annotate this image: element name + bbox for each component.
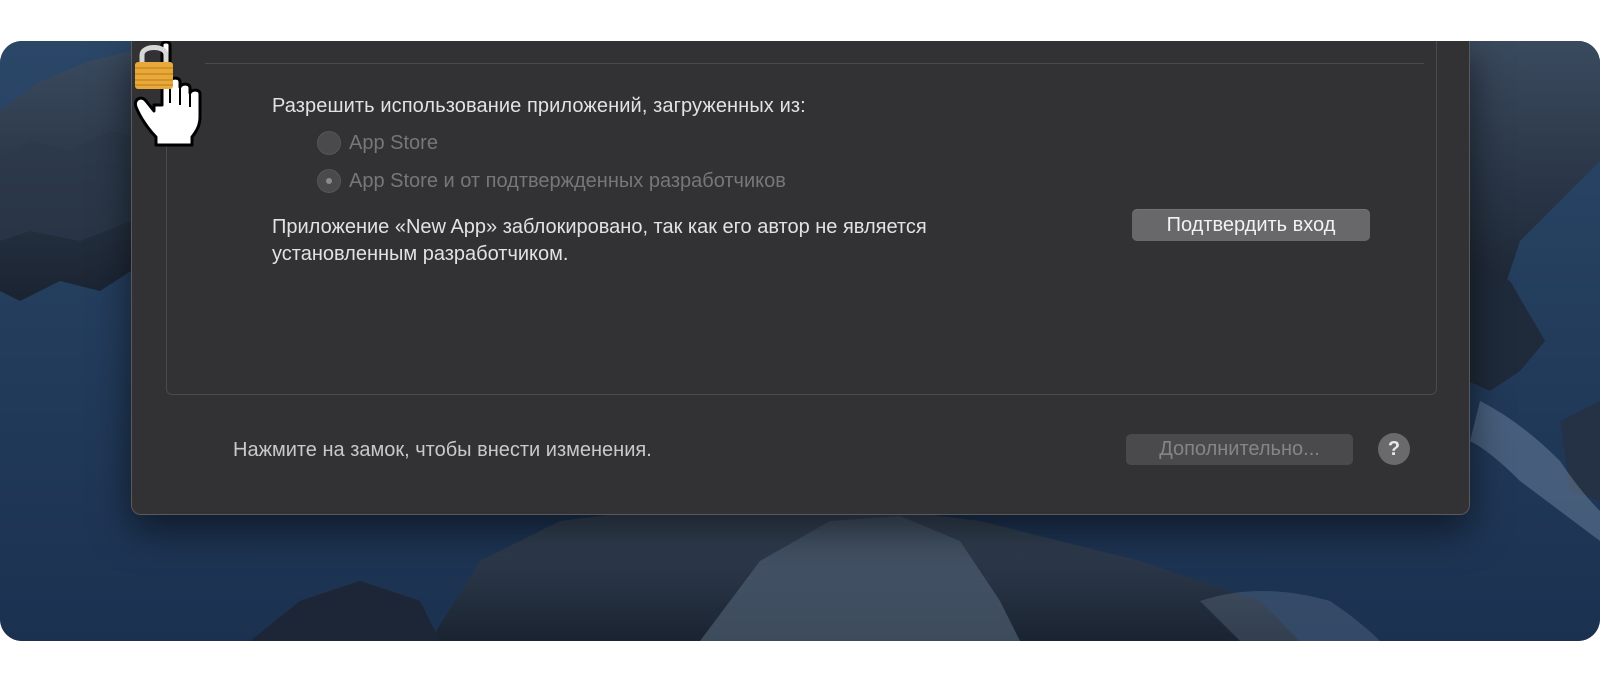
radio-label-identified-developers: App Store и от подтвержденных разработчи… [349,169,786,192]
allow-apps-heading: Разрешить использование приложений, загр… [272,95,806,117]
radio-label-app-store: App Store [349,131,438,154]
blocked-app-message: Приложение «New App» заблокировано, так … [272,216,927,265]
section-divider [205,63,1424,64]
desktop-wallpaper: Разрешить использование приложений, загр… [0,41,1600,641]
security-preferences-window: Разрешить использование приложений, загр… [131,41,1470,515]
lock-icon[interactable] [132,41,176,91]
lock-instruction-text: Нажмите на замок, чтобы внести изменения… [233,439,652,461]
help-button[interactable]: ? [1378,433,1410,465]
radio-option-app-store[interactable]: App Store [317,131,438,155]
open-anyway-button[interactable]: Подтвердить вход [1132,209,1370,241]
radio-option-identified-developers[interactable]: App Store и от подтвержденных разработчи… [317,169,786,193]
radio-button-identified-developers[interactable] [317,169,341,193]
advanced-button[interactable]: Дополнительно... [1126,434,1353,465]
radio-button-app-store[interactable] [317,131,341,155]
